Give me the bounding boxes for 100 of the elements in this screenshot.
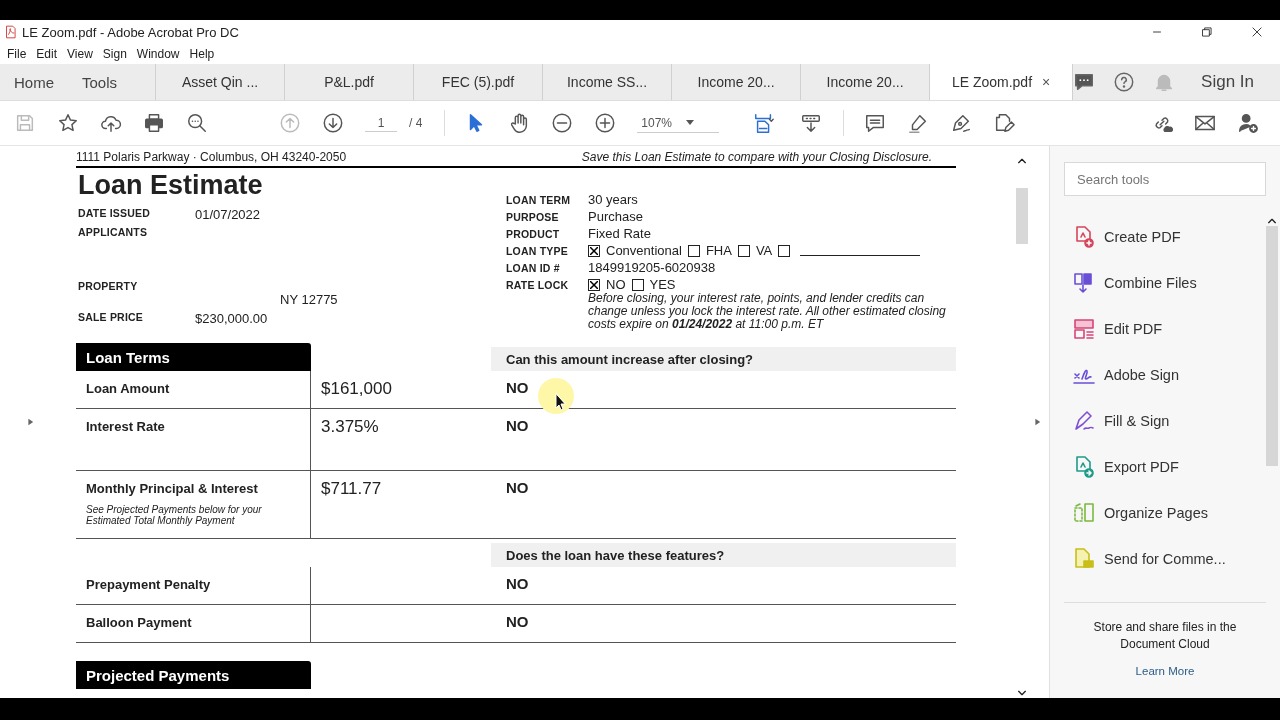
help-icon[interactable]	[1113, 71, 1136, 93]
row-answer: NO	[506, 479, 529, 496]
menu-item[interactable]: View	[62, 47, 98, 61]
cursor-icon	[536, 376, 576, 416]
row-label: Monthly Principal & Interest	[86, 481, 259, 496]
tab-label: Asset Qin ...	[181, 74, 259, 90]
scrollbar-thumb[interactable]	[1266, 226, 1278, 466]
row-label: Interest Rate	[86, 419, 166, 434]
tab-label: FEC (5).pdf	[441, 74, 515, 90]
field-label: DATE ISSUED	[78, 207, 151, 221]
edit-layout-icon	[1072, 317, 1096, 341]
field-label: PRODUCT	[506, 227, 561, 240]
caret-icon[interactable]	[686, 119, 695, 126]
search-field[interactable]: Search tools	[1064, 162, 1266, 196]
zoom-dropdown[interactable]: 107%	[637, 113, 720, 133]
row-value: 3.375%	[321, 417, 379, 436]
menu-item[interactable]: Edit	[31, 47, 63, 61]
pages-icon	[1072, 501, 1096, 525]
print-icon[interactable]	[143, 112, 165, 134]
tab-label: P&L.pdf	[324, 74, 374, 90]
nav-tab[interactable]: Tools	[68, 64, 132, 100]
field-label: RATE LOCK	[506, 278, 570, 291]
expand-right-icon[interactable]	[1033, 416, 1041, 428]
tool-item[interactable]: Fill & Sign	[1072, 398, 1280, 444]
field-value: 1849919205-6020938	[588, 260, 717, 275]
menu-item[interactable]: File	[2, 47, 32, 61]
edit-document-icon[interactable]	[993, 112, 1016, 134]
field-label: PROPERTY	[78, 279, 139, 294]
section-question: Can this amount increase after closing?	[491, 347, 956, 371]
row-note: See Projected Payments below for your Estimated Total Monthly Payment	[86, 504, 263, 526]
tab-label: LE Zoom.pdf	[951, 74, 1033, 90]
tool-item[interactable]: Adobe Sign	[1072, 352, 1280, 398]
row-answer: NO	[506, 379, 529, 396]
section-header: Loan Terms	[76, 343, 311, 371]
tool-item[interactable]: Combine Files	[1072, 260, 1280, 306]
file-comment-icon	[1072, 547, 1096, 571]
zoom-in-icon[interactable]	[594, 112, 617, 134]
restore-icon[interactable]	[1200, 25, 1214, 39]
search-icon[interactable]	[186, 112, 208, 134]
tool-item[interactable]: Create PDF	[1072, 214, 1280, 260]
menu-item[interactable]: Sign	[97, 47, 132, 61]
option-label: VA	[755, 243, 773, 258]
pen-icon	[1072, 409, 1096, 433]
star-icon[interactable]	[57, 112, 79, 134]
nav-tab[interactable]: Home	[0, 64, 68, 100]
row-value: $711.77	[321, 479, 382, 498]
scrollbar-thumb[interactable]	[1015, 188, 1028, 244]
row-answer: NO	[506, 613, 529, 630]
section-question: Does the loan have these features?	[491, 543, 956, 567]
tool-item[interactable]: Organize Pages	[1072, 490, 1280, 536]
document-tab[interactable]: LE Zoom.pdf ×	[930, 64, 1074, 100]
row-answer: NO	[506, 575, 529, 592]
field-value: $230,000.00	[195, 311, 268, 326]
tab-label: Income 20...	[826, 74, 904, 90]
add-user-icon[interactable]	[1237, 112, 1259, 134]
row-label: Loan Amount	[86, 381, 171, 396]
option-label: Conventional	[606, 243, 682, 258]
scroll-up-icon[interactable]	[1016, 156, 1027, 166]
lender-address: 1111 Polaris Parkway · Columbus, OH 43240-2050	[76, 150, 347, 164]
field-label: LOAN TYPE	[506, 244, 569, 257]
row-answer: NO	[506, 417, 529, 434]
field-value: Fixed Rate	[588, 226, 652, 241]
field-value: 30 years	[588, 192, 639, 207]
tool-item[interactable]: Export PDF	[1072, 444, 1280, 490]
option-label: FHA	[705, 243, 732, 258]
rate-lock-note: Before closing, your interest rate, points, and lender credits can change unless you lock the interest rate. All other estimated closing costs expire on 01/24/2022 at 11:00 p.m. ET	[588, 292, 947, 331]
comment-icon[interactable]	[864, 112, 887, 134]
close-icon[interactable]	[1250, 25, 1264, 39]
field-label: PURPOSE	[506, 210, 560, 223]
scroll-up-icon[interactable]	[1267, 216, 1277, 226]
page-count: / 4	[409, 116, 423, 130]
sign-in-button[interactable]: Sign In	[1201, 72, 1254, 92]
row-value: $161,000	[321, 379, 392, 398]
zoom-out-icon[interactable]	[551, 112, 574, 134]
field-value: NY 12775	[280, 292, 338, 307]
field-label: LOAN ID #	[506, 261, 561, 274]
window-title: LE Zoom.pdf - Adobe Acrobat Pro DC	[22, 24, 239, 40]
promo-text: Store and share files in the Document Cloud	[1092, 619, 1238, 653]
tab-label: Income SS...	[566, 74, 648, 90]
field-label: APPLICANTS	[78, 226, 149, 238]
row-label: Balloon Payment	[86, 615, 193, 630]
scroll-mode-icon[interactable]	[800, 112, 823, 134]
field-label: SALE PRICE	[78, 311, 144, 325]
expand-left-icon[interactable]	[26, 416, 34, 428]
next-page-icon[interactable]	[322, 112, 344, 134]
menu-item[interactable]: Help	[184, 47, 220, 61]
learn-more-link[interactable]: Learn More	[1135, 663, 1195, 680]
field-value: 01/07/2022	[195, 207, 261, 222]
scroll-down-icon[interactable]	[1016, 688, 1027, 698]
tool-item[interactable]: Send for Comme...	[1072, 536, 1280, 582]
pen-nib-icon[interactable]	[950, 112, 973, 134]
menu-item[interactable]: Window	[131, 47, 185, 61]
chat-icon[interactable]	[1073, 71, 1096, 93]
tab-close-button[interactable]: ×	[1042, 74, 1051, 90]
tool-item[interactable]: Edit PDF	[1072, 306, 1280, 352]
save-note: Save this Loan Estimate to compare with your Closing Disclosure.	[581, 150, 933, 164]
field-value: Purchase	[588, 209, 644, 224]
document-title: Loan Estimate	[78, 170, 264, 201]
option-label: NO	[606, 277, 626, 292]
field-label: LOAN TERM	[506, 193, 572, 206]
